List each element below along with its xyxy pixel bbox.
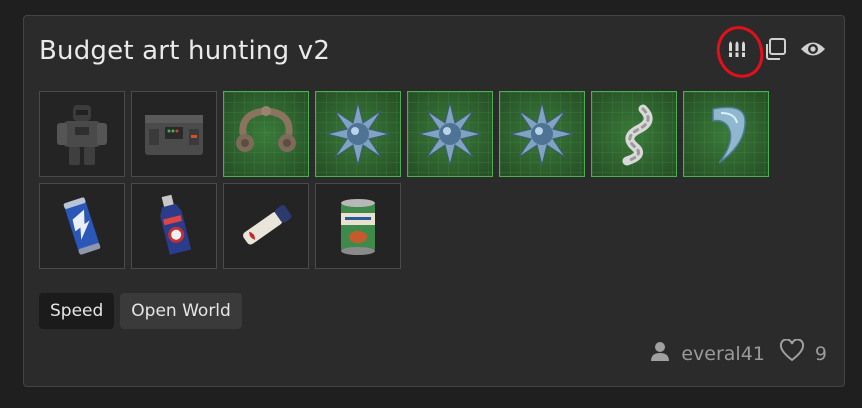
injector-tube-icon <box>243 205 292 245</box>
canned-beans-icon <box>341 199 375 255</box>
item-slot-artifact[interactable] <box>223 91 309 177</box>
heart-icon <box>779 338 805 368</box>
twisted-shell-artifact-icon <box>622 104 653 166</box>
spiky-artifact-icon <box>326 102 390 166</box>
spiky-artifact-icon <box>418 102 482 166</box>
like-button[interactable]: 9 <box>779 338 827 368</box>
items-row <box>39 183 769 269</box>
author-name: everal41 <box>681 342 765 365</box>
items-row <box>39 91 769 177</box>
item-slot-artifact[interactable] <box>591 91 677 177</box>
author-link[interactable]: everal41 <box>649 340 765 367</box>
item-slot-consumable[interactable] <box>315 183 401 269</box>
item-slot-exoskeleton[interactable] <box>39 91 125 177</box>
item-slot-artifact[interactable] <box>499 91 585 177</box>
user-icon <box>649 340 671 367</box>
item-slot-artifact[interactable] <box>315 91 401 177</box>
item-slot-consumable[interactable] <box>223 183 309 269</box>
exoskeleton-armor-icon <box>57 105 107 165</box>
view-button[interactable] <box>798 36 828 66</box>
spiky-artifact-icon <box>510 102 574 166</box>
card-footer: everal41 9 <box>649 338 827 368</box>
items-grid <box>39 91 769 275</box>
ammo-icon <box>724 36 750 66</box>
tag-open-world[interactable]: Open World <box>120 293 242 329</box>
build-title[interactable]: Budget art hunting v2 <box>39 36 330 66</box>
item-slot-artifact[interactable] <box>683 91 769 177</box>
item-slot-consumable[interactable] <box>131 183 217 269</box>
like-count: 9 <box>814 342 827 365</box>
energy-drink-can-icon <box>63 197 101 255</box>
eye-icon <box>799 36 827 66</box>
item-slot-artifact[interactable] <box>407 91 493 177</box>
tag-list: Speed Open World <box>39 293 242 329</box>
claw-ring-artifact-icon <box>236 106 296 152</box>
ammo-button[interactable] <box>713 23 767 81</box>
container-case-icon <box>145 115 203 155</box>
copy-icon <box>762 36 788 66</box>
item-slot-container[interactable] <box>131 91 217 177</box>
medical-bottle-icon <box>160 194 192 255</box>
crystal-fang-artifact-icon <box>712 106 746 164</box>
build-card: Budget art hunting v2 Speed Open World e… <box>23 15 845 387</box>
item-slot-consumable[interactable] <box>39 183 125 269</box>
card-actions <box>713 23 828 81</box>
tag-speed[interactable]: Speed <box>39 293 115 329</box>
copy-button[interactable] <box>760 36 790 66</box>
